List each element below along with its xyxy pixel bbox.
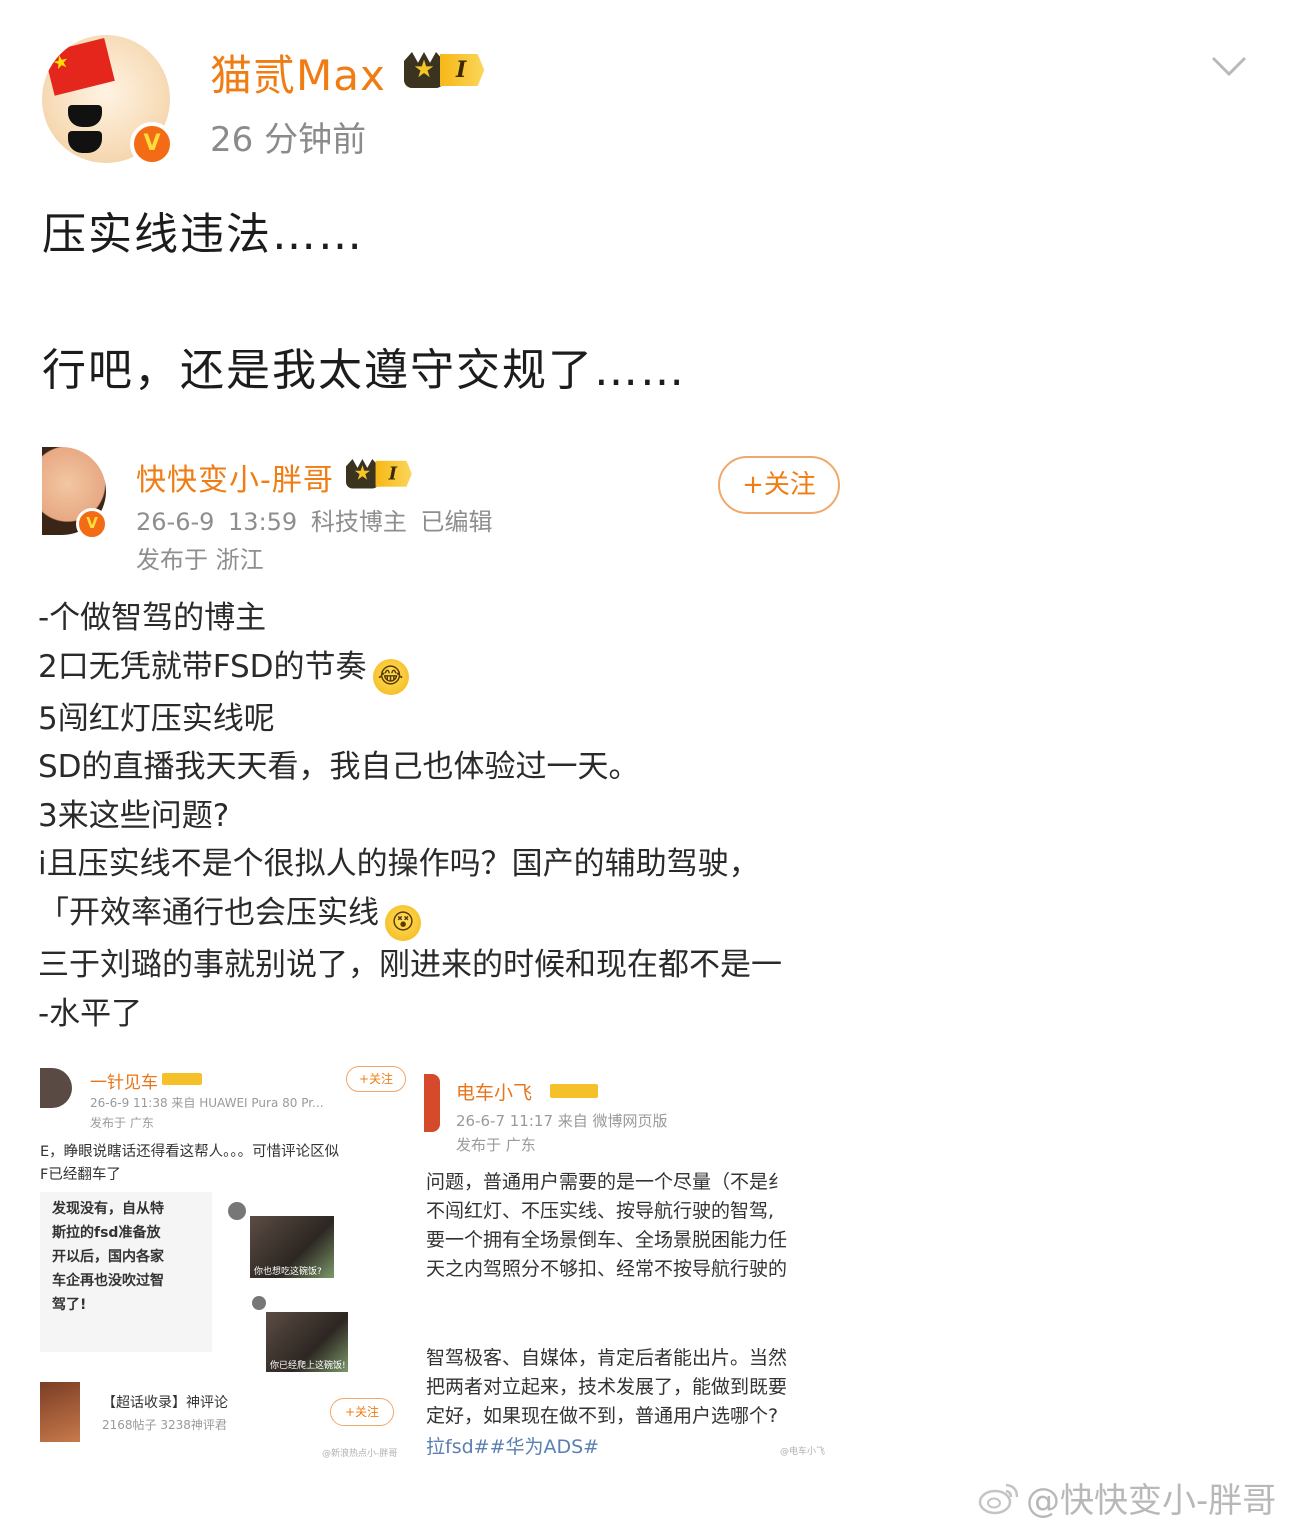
crown-icon: ★: [404, 52, 444, 88]
card-line: 斯拉的fsd准备放: [52, 1225, 161, 1241]
chevron-down-icon[interactable]: [1210, 48, 1248, 86]
meme-caption: 你也想吃这碗饭?: [254, 1267, 322, 1277]
card-line: 开以后，国内各家: [52, 1249, 164, 1265]
repost-meta: 26-6-9 13:59 科技博主 已编辑: [136, 508, 493, 536]
repost-line: SD的直播我天天看，我自己也体验过一天。: [38, 749, 640, 786]
verified-v-icon: V: [76, 508, 108, 540]
comment-avatar: [228, 1202, 246, 1220]
crown-icon: ★: [346, 459, 379, 489]
repost-location: 发布于 浙江: [136, 546, 264, 574]
thumb-location: 发布于 广东: [456, 1136, 536, 1154]
repost-line: 「开效率通行也会压实线 😵: [38, 889, 838, 941]
repost-author-name: 快快变小-胖哥: [136, 463, 334, 498]
china-flag-icon: ★: [44, 38, 115, 96]
post-time: 26 分钟前: [210, 120, 367, 160]
thumb-source: @电车小飞: [780, 1447, 826, 1457]
crown-level-icon: [550, 1084, 598, 1098]
repost-line: 3来这些问题?: [38, 797, 230, 834]
topic-meta: 2168帖子 3238神评君: [102, 1418, 227, 1432]
card-line: 车企再也没吹过智: [52, 1273, 164, 1289]
thumb-meta: 26-6-7 11:17 来自 微博网页版: [456, 1112, 668, 1130]
level-badge-label: I: [440, 54, 485, 86]
repost-body: -个做智驾的博主 2口无凭就带FSD的节奏 😂 5闯红灯压实线呢 SD的直播我天天…: [38, 594, 838, 1038]
screenshot-thumbnail-left: 一针见车 +关注 26-6-9 11:38 来自 HUAWEI Pura 80 …: [40, 1060, 412, 1462]
thumb-follow-button: +关注: [346, 1066, 406, 1092]
thumb-avatar: [40, 1068, 72, 1108]
topic-title: 【超话收录】神评论: [102, 1395, 228, 1411]
thumb-hashtags: 拉fsd##华为ADS#: [426, 1436, 600, 1458]
comment-avatar: [252, 1296, 266, 1310]
thumb-meta: 26-6-9 11:38 来自 HUAWEI Pura 80 Pr...: [90, 1096, 324, 1110]
topic-cover-image: [40, 1382, 80, 1442]
author-name[interactable]: 猫贰Max: [210, 42, 386, 103]
meme-image: 你也想吃这碗饭?: [250, 1216, 334, 1278]
crown-level-icon[interactable]: ★ I: [404, 52, 485, 88]
follow-button: +关注: [718, 456, 840, 514]
thumb-text: 定好，如果现在做不到，普通用户选哪个?: [426, 1405, 779, 1427]
dizzy-emoji-icon: 😵: [385, 904, 421, 941]
thumb-text: 天之内驾照分不够扣、经常不按导航行驶的: [426, 1258, 788, 1280]
meme-image: 你已经爬上这碗饭!: [266, 1312, 348, 1372]
thumb-text: E，睁眼说瞎话还得看这帮人。。。可惜评论区似: [40, 1144, 340, 1160]
screenshot-thumbnail-right: 电车小飞 26-6-7 11:17 来自 微博网页版 发布于 广东 问题，普通用…: [420, 1060, 838, 1462]
repost-line: i且压实线不是个很拟人的操作吗？国产的辅助驾驶，: [38, 846, 760, 883]
thumb-text: 问题，普通用户需要的是一个尽量（不是纟: [426, 1171, 788, 1193]
watermark-text: @快快变小-胖哥: [1026, 1481, 1277, 1521]
repost-line: 5闯红灯压实线呢: [38, 700, 275, 737]
repost-line: 2口无凭就带FSD的节奏 😂: [38, 643, 838, 695]
crown-level-icon: [162, 1073, 202, 1085]
laugh-cry-emoji-icon: 😂: [372, 658, 409, 695]
sunglasses-cat-illustration: [68, 105, 146, 153]
topic-follow-button: +关注: [330, 1398, 394, 1426]
repost-line: -水平了: [38, 995, 143, 1032]
meme-caption: 你已经爬上这碗饭!: [270, 1361, 346, 1371]
level-badge-label: I: [375, 460, 412, 487]
crown-level-icon: ★ I: [346, 459, 412, 489]
repost-line: -个做智驾的博主: [38, 600, 267, 636]
verified-v-icon: V: [130, 122, 174, 166]
thumb-text: 不闯红灯、不压实线、按导航行驶的智驾,: [426, 1200, 775, 1222]
thumb-text: 把两者对立起来，技术发展了，能做到既要: [426, 1376, 788, 1398]
thumb-author: 电车小飞: [456, 1082, 533, 1104]
post-text-line-1: 压实线违法……: [42, 209, 364, 260]
repost-line: 三于刘璐的事就别说了，刚进来的时候和现在都不是一: [38, 946, 782, 983]
post-text-line-2: 行吧，还是我太遵守交规了……: [42, 345, 686, 396]
thumb-text: 要一个拥有全场景倒车、全场景脱困能力任: [426, 1229, 788, 1251]
thumb-text: F已经翻车了: [40, 1167, 121, 1183]
watermark: @快快变小-胖哥: [978, 1473, 1276, 1522]
thumb-text: 智驾极客、自媒体，肯定后者能出片。当然: [426, 1347, 788, 1369]
thumb-location: 发布于 广东: [90, 1116, 154, 1130]
weibo-logo-icon: [978, 1483, 1019, 1514]
card-line: 驾了!: [52, 1297, 87, 1313]
thumb-avatar: [424, 1074, 440, 1132]
thumb-quote-card: 发现没有，自从特 斯拉的fsd准备放 开以后，国内各家 车企再也没吹过智 驾了!: [40, 1192, 212, 1352]
thumb-author: 一针见车: [90, 1073, 158, 1093]
card-line: 发现没有，自从特: [52, 1201, 164, 1217]
thumb-source: @新浪热点小-胖哥: [322, 1449, 398, 1459]
